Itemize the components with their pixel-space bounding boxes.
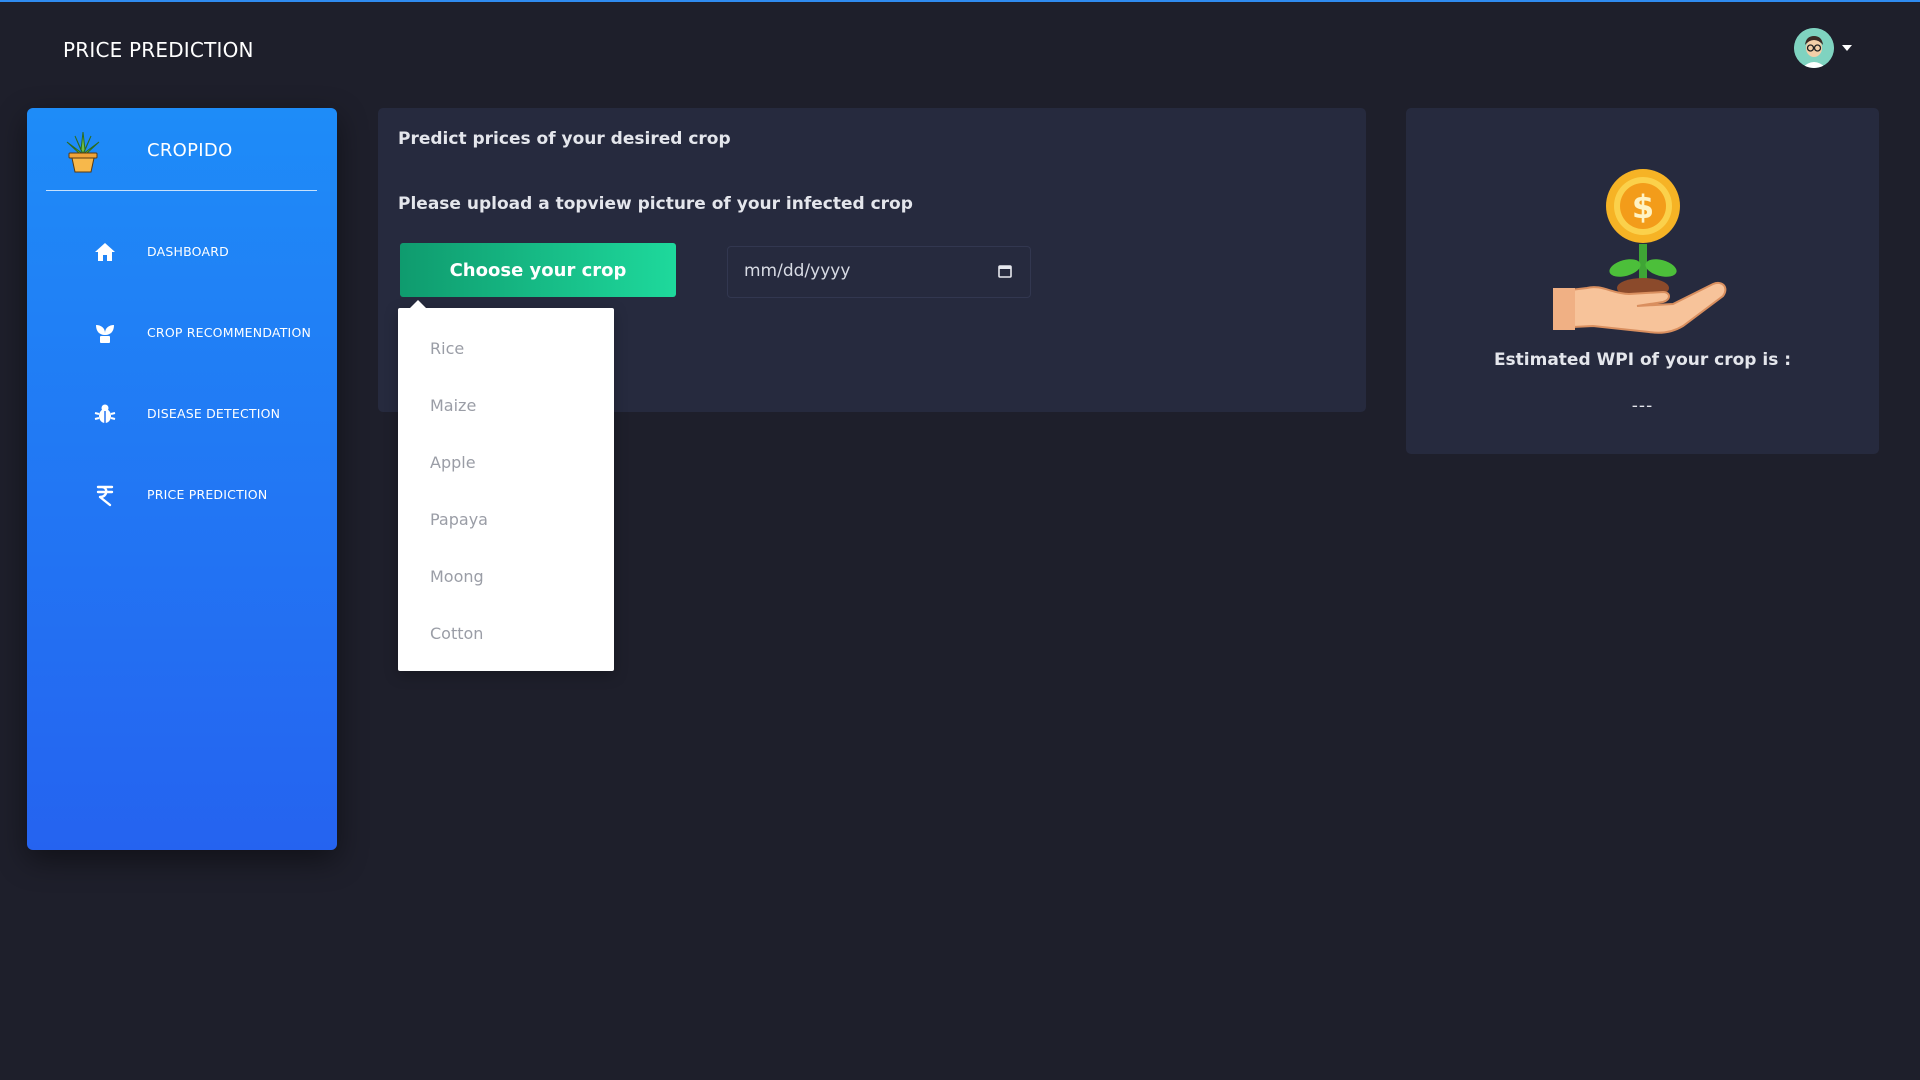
crop-option-rice[interactable]: Rice [398,328,614,368]
svg-text:$: $ [1632,188,1654,226]
sidebar-item-dashboard[interactable]: DASHBOARD [65,232,315,272]
sidebar-item-label: PRICE PREDICTION [147,487,268,502]
sidebar: CROPIDO DASHBOARD CROP RECOMMENDATION DI… [27,108,337,850]
crop-option-label: Cotton [430,624,484,643]
result-value: --- [1631,396,1654,416]
sprout-icon [96,325,114,343]
rupee-icon [96,485,114,507]
date-input[interactable]: mm/dd/yyyy [727,246,1031,298]
crop-option-papaya[interactable]: Papaya [398,499,614,539]
result-label: Estimated WPI of your crop is : [1493,350,1792,370]
calendar-icon[interactable] [998,264,1012,278]
money-plant-hand-icon: $ [1553,169,1727,334]
crop-option-label: Rice [430,339,465,358]
avatar-image [1794,28,1834,68]
plant-pot-icon [66,131,100,173]
chevron-down-icon[interactable] [1842,45,1852,51]
dropdown-pointer [410,300,426,308]
sidebar-item-disease-detection[interactable]: DISEASE DETECTION [65,394,315,434]
result-card: $ Estimated WPI of your crop is : --- [1406,108,1879,454]
card-heading: Predict prices of your desired crop [398,129,731,149]
divider [46,190,317,191]
card-subheading: Please upload a topview picture of your … [398,194,913,214]
date-placeholder: mm/dd/yyyy [744,261,851,281]
sidebar-item-crop-recommendation[interactable]: CROP RECOMMENDATION [65,313,315,353]
home-icon [95,243,115,261]
crop-option-cotton[interactable]: Cotton [398,613,614,653]
crop-option-maize[interactable]: Maize [398,385,614,425]
brand[interactable]: CROPIDO [63,130,313,173]
choose-crop-button[interactable]: Choose your crop [400,243,676,297]
crop-option-label: Papaya [430,510,488,529]
sidebar-item-label: DASHBOARD [147,244,229,259]
top-navbar: PRICE PREDICTION [0,2,1920,96]
sidebar-item-price-prediction[interactable]: PRICE PREDICTION [65,475,315,515]
sidebar-item-label: CROP RECOMMENDATION [147,325,312,340]
crop-option-apple[interactable]: Apple [398,442,614,482]
crop-option-label: Maize [430,396,477,415]
avatar[interactable] [1794,28,1834,68]
profile-menu[interactable] [1794,28,1854,68]
crop-option-label: Apple [430,453,476,472]
crop-dropdown-menu: Rice Maize Apple Papaya Moong Cotton [398,300,614,671]
crop-option-moong[interactable]: Moong [398,556,614,596]
bug-icon [94,404,116,423]
brand-name: CROPIDO [147,140,233,161]
sidebar-item-label: DISEASE DETECTION [147,406,281,421]
crop-option-label: Moong [430,567,484,586]
page-title: PRICE PREDICTION [63,38,254,62]
